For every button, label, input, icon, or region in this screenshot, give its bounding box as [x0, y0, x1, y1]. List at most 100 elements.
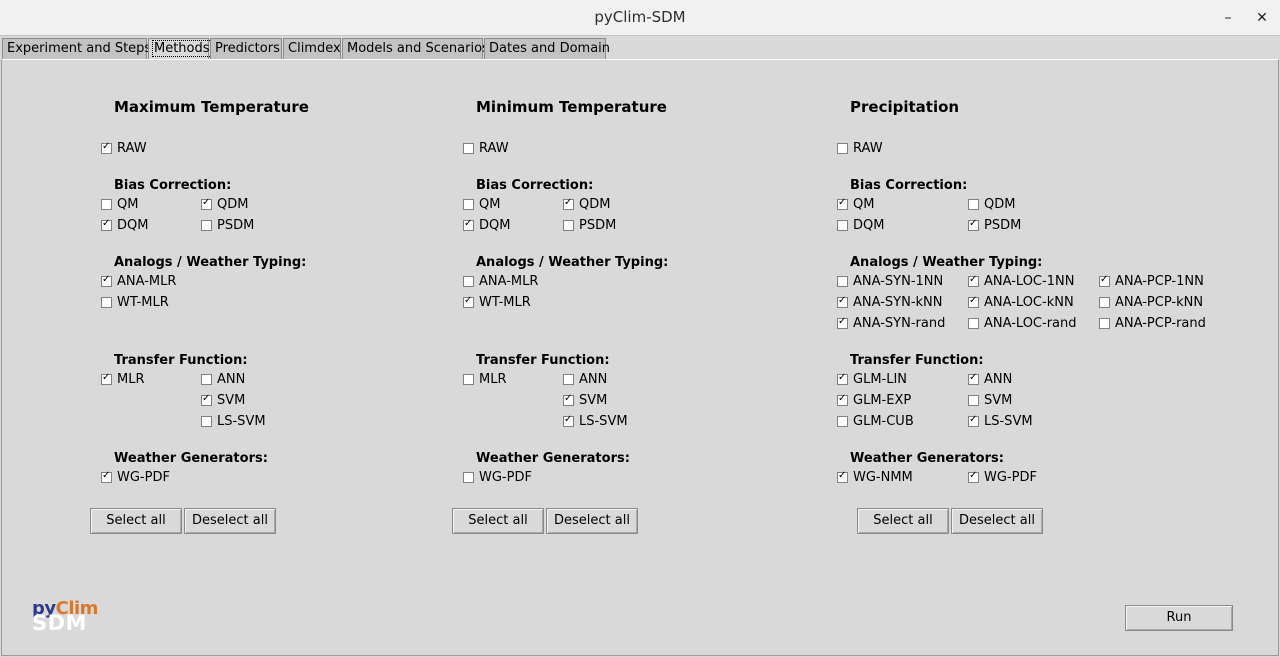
tmin-transfer-heading: Transfer Function:	[476, 353, 610, 368]
checkbox-label: WG-PDF	[984, 470, 1037, 485]
tmin-select-all-button[interactable]: Select all	[452, 508, 544, 534]
checkbox-box[interactable]	[1099, 318, 1110, 329]
checkbox-box[interactable]	[968, 218, 979, 231]
window-title: pyClim-SDM	[594, 8, 686, 26]
checkbox-label: WT-MLR	[117, 295, 169, 310]
tmax-analogs-heading: Analogs / Weather Typing:	[114, 255, 307, 270]
tmin-wg-heading: Weather Generators:	[476, 451, 630, 466]
checkbox-box[interactable]	[101, 297, 112, 308]
checkbox-label: MLR	[479, 372, 507, 387]
checkbox-box[interactable]	[837, 470, 848, 483]
pyclim-logo: pyClim SDM	[32, 598, 112, 635]
checkbox-label: QM	[853, 197, 875, 212]
checkbox-box[interactable]	[463, 143, 474, 154]
tab-dates-and-domain[interactable]: Dates and Domain	[484, 38, 610, 59]
checkbox-box[interactable]	[837, 416, 848, 427]
checkbox-box[interactable]	[968, 470, 979, 483]
checkbox-box[interactable]	[201, 197, 212, 210]
tab-label: Dates and Domain	[489, 41, 611, 56]
checkbox-label: PSDM	[217, 218, 255, 233]
checkbox-box[interactable]	[1099, 297, 1110, 308]
checkbox-label: ANA-PCP-rand	[1115, 316, 1206, 331]
checkbox-box[interactable]	[837, 393, 848, 406]
run-button[interactable]: Run	[1125, 605, 1233, 631]
checkbox-label: WG-PDF	[117, 470, 170, 485]
tmax-deselect-all-button[interactable]: Deselect all	[184, 508, 276, 534]
checkbox-box[interactable]	[1099, 274, 1110, 287]
tab-label: Methods	[152, 40, 212, 57]
checkbox-box[interactable]	[563, 414, 574, 427]
checkbox-box[interactable]	[837, 295, 848, 308]
checkbox-label: QDM	[984, 197, 1016, 212]
checkbox-box[interactable]	[968, 274, 979, 287]
checkbox-box[interactable]	[201, 416, 212, 427]
checkbox-label: DQM	[853, 218, 885, 233]
checkbox-box[interactable]	[563, 374, 574, 385]
checkbox-label: ANA-LOC-kNN	[984, 295, 1074, 310]
checkbox-box[interactable]	[101, 199, 112, 210]
checkbox-label: ANA-PCP-kNN	[1115, 295, 1204, 310]
tab-label: Predictors	[215, 41, 280, 56]
checkbox-box[interactable]	[463, 374, 474, 385]
checkbox-box[interactable]	[463, 218, 474, 231]
checkbox-label: SVM	[217, 393, 246, 408]
pcp-analogs-heading: Analogs / Weather Typing:	[850, 255, 1043, 270]
minimize-icon[interactable]: –	[1216, 6, 1240, 30]
checkbox-box[interactable]	[563, 197, 574, 210]
checkbox-box[interactable]	[201, 220, 212, 231]
checkbox-label: WT-MLR	[479, 295, 531, 310]
checkbox-box[interactable]	[201, 393, 212, 406]
checkbox-label: QM	[117, 197, 139, 212]
checkbox-box[interactable]	[463, 295, 474, 308]
checkbox-label: ANA-SYN-kNN	[853, 295, 943, 310]
tab-methods[interactable]: Methods	[148, 38, 212, 60]
checkbox-box[interactable]	[968, 295, 979, 308]
checkbox-box[interactable]	[101, 470, 112, 483]
checkbox-label: QDM	[579, 197, 611, 212]
checkbox-label: ANA-SYN-rand	[853, 316, 946, 331]
tmin-analogs-heading: Analogs / Weather Typing:	[476, 255, 669, 270]
close-icon[interactable]: ✕	[1250, 6, 1274, 30]
checkbox-box[interactable]	[968, 414, 979, 427]
checkbox-box[interactable]	[101, 218, 112, 231]
tab-experiment-and-steps[interactable]: Experiment and Steps	[2, 38, 151, 59]
checkbox-label: RAW	[479, 141, 509, 156]
checkbox-label: ANN	[217, 372, 246, 387]
checkbox-label: MLR	[117, 372, 145, 387]
logo-text-sdm: SDM	[32, 611, 87, 635]
tab-climdex[interactable]: Climdex	[283, 38, 341, 59]
checkbox-box[interactable]	[968, 318, 979, 329]
tmin-title: Minimum Temperature	[476, 98, 667, 116]
checkbox-label: ANA-PCP-1NN	[1115, 274, 1204, 289]
checkbox-label: DQM	[479, 218, 511, 233]
pcp-select-all-button[interactable]: Select all	[857, 508, 949, 534]
tab-models-and-scenarios[interactable]: Models and Scenarios	[342, 38, 489, 59]
checkbox-box[interactable]	[837, 220, 848, 231]
checkbox-box[interactable]	[968, 199, 979, 210]
checkbox-box[interactable]	[101, 274, 112, 287]
checkbox-box[interactable]	[837, 276, 848, 287]
checkbox-box[interactable]	[968, 395, 979, 406]
pcp-deselect-all-button[interactable]: Deselect all	[951, 508, 1043, 534]
checkbox-box[interactable]	[201, 374, 212, 385]
tmax-select-all-button[interactable]: Select all	[90, 508, 182, 534]
checkbox-box[interactable]	[837, 143, 848, 154]
checkbox-box[interactable]	[563, 393, 574, 406]
checkbox-box[interactable]	[837, 197, 848, 210]
checkbox-label: WG-NMM	[853, 470, 913, 485]
checkbox-box[interactable]	[101, 372, 112, 385]
checkbox-label: RAW	[117, 141, 147, 156]
checkbox-label: ANN	[579, 372, 608, 387]
checkbox-box[interactable]	[968, 372, 979, 385]
checkbox-label: RAW	[853, 141, 883, 156]
checkbox-box[interactable]	[463, 276, 474, 287]
tab-predictors[interactable]: Predictors	[210, 38, 282, 59]
checkbox-box[interactable]	[837, 316, 848, 329]
checkbox-box[interactable]	[463, 199, 474, 210]
checkbox-label: GLM-LIN	[853, 372, 908, 387]
checkbox-box[interactable]	[837, 372, 848, 385]
checkbox-box[interactable]	[563, 220, 574, 231]
tmin-deselect-all-button[interactable]: Deselect all	[546, 508, 638, 534]
checkbox-box[interactable]	[101, 141, 112, 154]
checkbox-box[interactable]	[463, 472, 474, 483]
